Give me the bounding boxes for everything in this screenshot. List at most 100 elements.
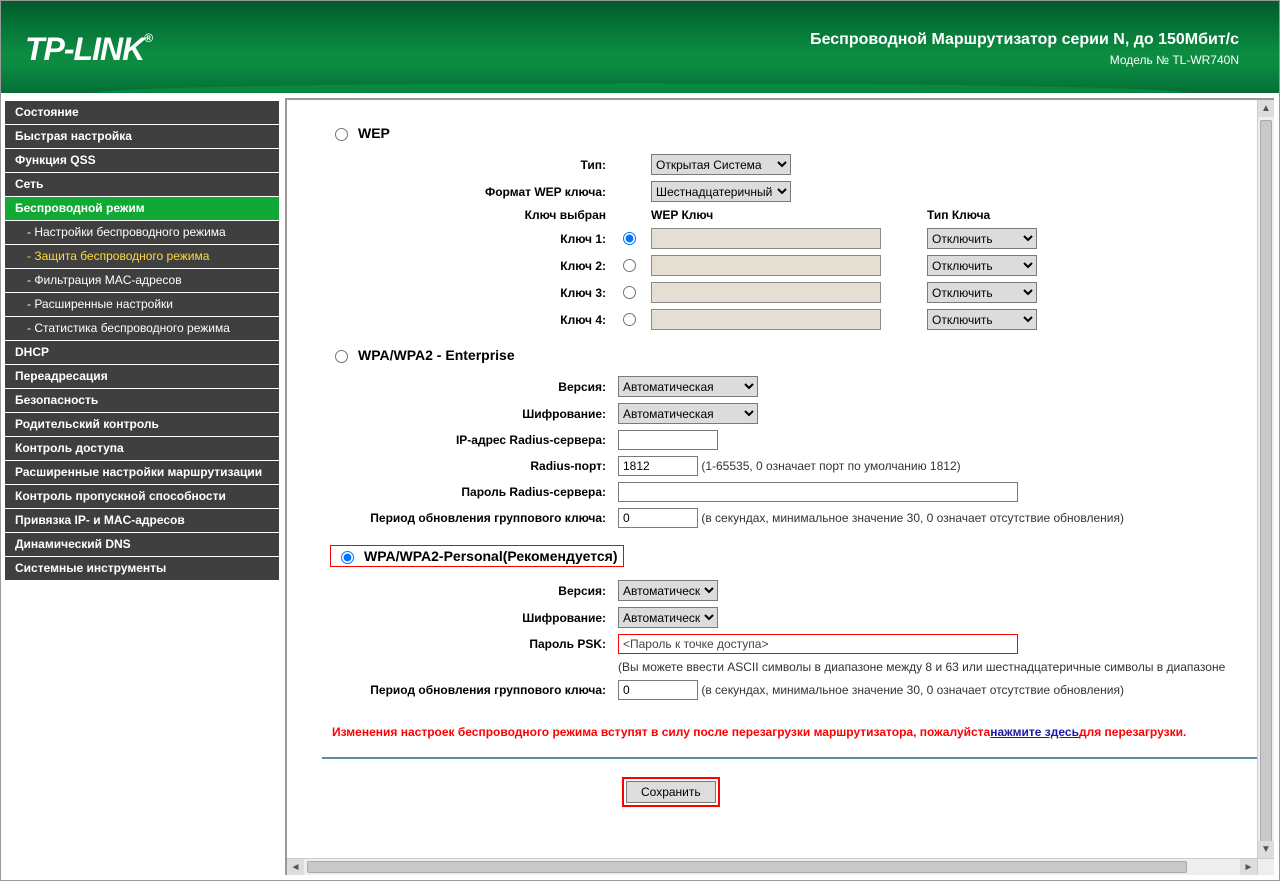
section-wep: WEP Тип: Открытая Система Формат WEP клю… bbox=[322, 125, 1274, 333]
wep-format-select[interactable]: Шестнадцатеричный bbox=[651, 181, 791, 202]
wep-key-input-1[interactable] bbox=[651, 228, 881, 249]
sidebar-item-parent[interactable]: Родительский контроль bbox=[5, 413, 279, 436]
radio-wep[interactable] bbox=[335, 128, 348, 141]
wep-key-type-select-2[interactable]: Отключить bbox=[927, 255, 1037, 276]
divider bbox=[322, 757, 1274, 759]
sidebar-item-w-mac[interactable]: - Фильтрация MAC-адресов bbox=[5, 269, 279, 292]
sidebar: СостояниеБыстрая настройкаФункция QSSСет… bbox=[1, 93, 283, 880]
section-enterprise: WPA/WPA2 - Enterprise Версия: Автоматиче… bbox=[322, 347, 1274, 531]
wep-key-input-2[interactable] bbox=[651, 255, 881, 276]
psk-gk-label: Период обновления группового ключа: bbox=[322, 677, 612, 703]
sidebar-item-route[interactable]: Расширенные настройки маршрутизации bbox=[5, 461, 279, 484]
personal-highlight: WPA/WPA2-Personal(Рекомендуется) bbox=[330, 545, 624, 567]
wep-title: WEP bbox=[358, 125, 390, 141]
psk-encryption-select[interactable]: Автоматическая bbox=[618, 607, 718, 628]
sidebar-item-quicksetup[interactable]: Быстрая настройка bbox=[5, 125, 279, 148]
scroll-thumb-v[interactable] bbox=[1260, 120, 1272, 850]
ent-gk-label: Период обновления группового ключа: bbox=[322, 505, 612, 531]
content-scroll-pane[interactable]: WEP Тип: Открытая Система Формат WEP клю… bbox=[285, 98, 1274, 875]
scroll-up-arrow-icon[interactable]: ▲ bbox=[1258, 100, 1274, 117]
wep-key-radio-3[interactable] bbox=[623, 286, 636, 299]
reboot-link[interactable]: нажмите здесь bbox=[990, 725, 1079, 739]
sidebar-item-w-security[interactable]: - Защита беспроводного режима bbox=[5, 245, 279, 268]
header: TP-LINK® Беспроводной Маршрутизатор сери… bbox=[1, 1, 1279, 93]
wep-table: Тип: Открытая Система Формат WEP ключа: … bbox=[322, 151, 1043, 333]
psk-hint: (Вы можете ввести ASCII символы в диапаз… bbox=[618, 660, 1225, 674]
sidebar-item-w-adv[interactable]: - Расширенные настройки bbox=[5, 293, 279, 316]
wep-key-row: Ключ 2:Отключить bbox=[322, 252, 1043, 279]
radius-port-input[interactable] bbox=[618, 456, 698, 476]
radius-port-hint: (1-65535, 0 означает порт по умолчанию 1… bbox=[701, 459, 960, 473]
sidebar-item-fwd[interactable]: Переадресация bbox=[5, 365, 279, 388]
scroll-thumb-h[interactable] bbox=[307, 861, 1187, 873]
sidebar-item-ipmac[interactable]: Привязка IP- и MAC-адресов bbox=[5, 509, 279, 532]
wep-key-type-select-1[interactable]: Отключить bbox=[927, 228, 1037, 249]
scroll-left-arrow-icon[interactable]: ◄ bbox=[287, 859, 304, 875]
psk-ver-label: Версия: bbox=[322, 577, 612, 604]
wep-key-row: Ключ 4:Отключить bbox=[322, 306, 1043, 333]
ent-radiusport-label: Radius-порт: bbox=[322, 453, 612, 479]
sidebar-item-qss[interactable]: Функция QSS bbox=[5, 149, 279, 172]
sidebar-item-net[interactable]: Сеть bbox=[5, 173, 279, 196]
wep-type-label: Тип: bbox=[322, 151, 612, 178]
product-title: Беспроводной Маршрутизатор серии N, до 1… bbox=[810, 31, 1239, 49]
ent-ver-label: Версия: bbox=[322, 373, 612, 400]
enterprise-title: WPA/WPA2 - Enterprise bbox=[358, 347, 515, 363]
radio-personal[interactable] bbox=[341, 551, 354, 564]
wep-key-row: Ключ 3:Отключить bbox=[322, 279, 1043, 306]
wep-key-radio-4[interactable] bbox=[623, 313, 636, 326]
psk-gk-input[interactable] bbox=[618, 680, 698, 700]
ent-radiusip-label: IP-адрес Radius-сервера: bbox=[322, 427, 612, 453]
sidebar-item-w-stat[interactable]: - Статистика беспроводного режима bbox=[5, 317, 279, 340]
wep-type-select[interactable]: Открытая Система bbox=[651, 154, 791, 175]
sidebar-item-sec[interactable]: Безопасность bbox=[5, 389, 279, 412]
ent-enc-label: Шифрование: bbox=[322, 400, 612, 427]
product-model: Модель № TL-WR740N bbox=[810, 53, 1239, 67]
personal-title: WPA/WPA2-Personal(Рекомендуется) bbox=[364, 548, 618, 564]
ent-encryption-select[interactable]: Автоматическая bbox=[618, 403, 758, 424]
wep-key-radio-2[interactable] bbox=[623, 259, 636, 272]
content: WEP Тип: Открытая Система Формат WEP клю… bbox=[287, 100, 1274, 827]
scrollbar-horizontal[interactable]: ◄ ► bbox=[287, 858, 1257, 875]
sidebar-item-wireless[interactable]: Беспроводной режим bbox=[5, 197, 279, 220]
psk-pwd-label: Пароль PSK: bbox=[322, 631, 612, 657]
wep-keytype-col: Тип Ключа bbox=[887, 205, 1043, 225]
sidebar-item-tools[interactable]: Системные инструменты bbox=[5, 557, 279, 580]
scroll-right-arrow-icon[interactable]: ► bbox=[1240, 859, 1257, 875]
wep-format-label: Формат WEP ключа: bbox=[322, 178, 612, 205]
wep-key-radio-1[interactable] bbox=[623, 232, 636, 245]
app-frame: TP-LINK® Беспроводной Маршрутизатор сери… bbox=[0, 0, 1280, 881]
wep-key-type-select-3[interactable]: Отключить bbox=[927, 282, 1037, 303]
[interactable]: ▲ ▼ bbox=[1257, 100, 1274, 858]
radius-pwd-input[interactable] bbox=[618, 482, 1018, 502]
wep-key-col: WEP Ключ bbox=[645, 205, 887, 225]
wep-key-input-4[interactable] bbox=[651, 309, 881, 330]
wep-keysel-label: Ключ выбран bbox=[322, 205, 612, 225]
sidebar-item-ddns[interactable]: Динамический DNS bbox=[5, 533, 279, 556]
radio-enterprise[interactable] bbox=[335, 350, 348, 363]
scroll-down-arrow-icon[interactable]: ▼ bbox=[1258, 841, 1274, 858]
ent-version-select[interactable]: Автоматическая bbox=[618, 376, 758, 397]
psk-enc-label: Шифрование: bbox=[322, 604, 612, 631]
ent-radiuspwd-label: Пароль Radius-сервера: bbox=[322, 479, 612, 505]
save-button[interactable]: Сохранить bbox=[626, 781, 716, 803]
header-title-block: Беспроводной Маршрутизатор серии N, до 1… bbox=[810, 31, 1239, 67]
brand-logo: TP-LINK® bbox=[25, 31, 152, 68]
wep-key-row: Ключ 1:Отключить bbox=[322, 225, 1043, 252]
sidebar-item-access[interactable]: Контроль доступа bbox=[5, 437, 279, 460]
save-highlight: Сохранить bbox=[622, 777, 720, 807]
section-personal: WPA/WPA2-Personal(Рекомендуется) Версия:… bbox=[322, 545, 1274, 703]
ent-gk-input[interactable] bbox=[618, 508, 698, 528]
psk-version-select[interactable]: Автоматическая bbox=[618, 580, 718, 601]
sidebar-item-w-settings[interactable]: - Настройки беспроводного режима bbox=[5, 221, 279, 244]
reboot-notice: Изменения настроек беспроводного режима … bbox=[332, 725, 1274, 739]
psk-gk-hint: (в секундах, минимальное значение 30, 0 … bbox=[701, 683, 1124, 697]
radius-ip-input[interactable] bbox=[618, 430, 718, 450]
sidebar-item-dhcp[interactable]: DHCP bbox=[5, 341, 279, 364]
ent-gk-hint: (в секундах, минимальное значение 30, 0 … bbox=[701, 511, 1124, 525]
sidebar-item-status[interactable]: Состояние bbox=[5, 101, 279, 124]
wep-key-type-select-4[interactable]: Отключить bbox=[927, 309, 1037, 330]
psk-password-input[interactable] bbox=[618, 634, 1018, 654]
wep-key-input-3[interactable] bbox=[651, 282, 881, 303]
sidebar-item-bw[interactable]: Контроль пропускной способности bbox=[5, 485, 279, 508]
